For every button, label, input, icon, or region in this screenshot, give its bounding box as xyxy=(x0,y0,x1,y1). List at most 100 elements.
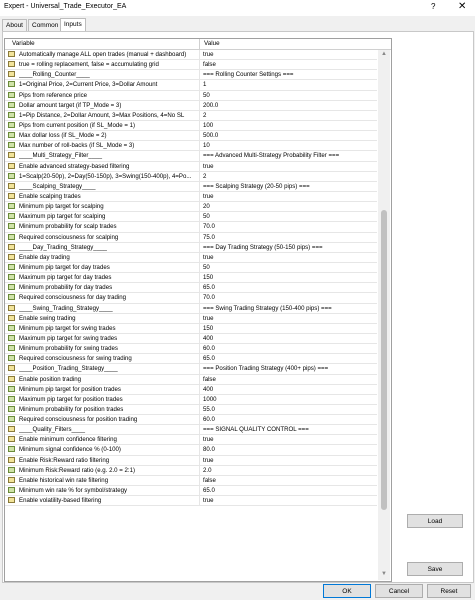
variable-value[interactable]: 1 xyxy=(203,81,375,88)
input-row[interactable]: Minimum probability for scalp trades 70.0 xyxy=(5,222,377,233)
variable-value[interactable]: true xyxy=(203,51,375,58)
reset-button[interactable]: Reset xyxy=(427,584,471,598)
variable-value[interactable]: true xyxy=(203,497,375,504)
input-row[interactable]: Pips from current position (if SL_Mode =… xyxy=(5,120,377,132)
cancel-button[interactable]: Cancel xyxy=(375,584,423,598)
input-row[interactable]: true = rolling replacement, false = accu… xyxy=(5,60,377,71)
load-button[interactable]: Load xyxy=(407,514,463,528)
input-row[interactable]: 1=Scalp(20-50p), 2=Day(50-150p), 3=Swing… xyxy=(5,171,377,182)
variable-value[interactable]: === Advanced Multi-Strategy Probability … xyxy=(203,152,375,159)
variable-value[interactable]: 60.0 xyxy=(203,416,375,423)
variable-value[interactable]: true xyxy=(203,436,375,443)
variable-value[interactable]: 150 xyxy=(203,274,375,281)
column-variable[interactable]: Variable xyxy=(12,40,35,47)
input-row[interactable]: Minimum win rate % for symbol/strategy 65… xyxy=(5,486,377,497)
close-icon[interactable]: ✕ xyxy=(458,1,466,12)
input-row[interactable]: Minimum signal confidence % (0-100) 80.0 xyxy=(5,445,377,456)
input-row[interactable]: ____Swing_Trading_Strategy____ === Swing … xyxy=(5,303,377,314)
variable-value[interactable]: === Rolling Counter Settings === xyxy=(203,71,375,78)
ok-button[interactable]: OK xyxy=(323,584,371,598)
tab-common[interactable]: Common xyxy=(28,19,63,31)
input-row[interactable]: 1=Original Price, 2=Current Price, 3=Dol… xyxy=(5,80,377,91)
input-row[interactable]: Automatically manage ALL open trades (ma… xyxy=(5,50,377,61)
input-row[interactable]: Max number of roll-backs (if SL_Mode = 3… xyxy=(5,141,377,152)
input-row[interactable]: Maximum pip target for swing trades 400 xyxy=(5,333,377,345)
variable-value[interactable]: false xyxy=(203,376,375,383)
variable-value[interactable]: === Position Trading Strategy (400+ pips… xyxy=(203,365,375,372)
input-row[interactable]: Minimum Risk:Reward ratio (e.g. 2.0 = 2:… xyxy=(5,465,377,476)
input-row[interactable]: ____Scalping_Strategy____ === Scalping St… xyxy=(5,181,377,192)
input-row[interactable]: Enable swing trading true xyxy=(5,313,377,324)
input-row[interactable]: Enable minimum confidence filtering true xyxy=(5,435,377,446)
column-value[interactable]: Value xyxy=(204,40,220,47)
input-row[interactable]: Max dollar loss (if SL_Mode = 2) 500.0 xyxy=(5,131,377,142)
input-row[interactable]: Required consciousness for scalping 75.0 xyxy=(5,232,377,243)
input-row[interactable]: Minimum pip target for scalping 20 xyxy=(5,202,377,213)
help-icon[interactable]: ? xyxy=(431,2,435,11)
input-row[interactable]: Minimum probability for day trades 65.0 xyxy=(5,283,377,294)
variable-value[interactable]: false xyxy=(203,61,375,68)
variable-value[interactable]: === SIGNAL QUALITY CONTROL === xyxy=(203,426,375,433)
tab-about[interactable]: About xyxy=(2,19,27,31)
variable-value[interactable]: 75.0 xyxy=(203,234,375,241)
input-row[interactable]: Required consciousness for position trad… xyxy=(5,415,377,426)
input-row[interactable]: Minimum pip target for position trades 40… xyxy=(5,384,377,395)
variable-value[interactable]: 55.0 xyxy=(203,406,375,413)
input-row[interactable]: ____Rolling_Counter____ === Rolling Count… xyxy=(5,70,377,81)
variable-value[interactable]: 500.0 xyxy=(203,132,375,139)
variable-value[interactable]: 65.0 xyxy=(203,355,375,362)
variable-value[interactable]: 50 xyxy=(203,264,375,271)
input-row[interactable]: Required consciousness for day trading 70… xyxy=(5,293,377,304)
input-row[interactable]: Enable day trading true xyxy=(5,252,377,263)
variable-value[interactable]: 150 xyxy=(203,325,375,332)
input-row[interactable]: Maximum pip target for position trades 10… xyxy=(5,394,377,405)
input-row[interactable]: ____Quality_Filters____ === SIGNAL QUALIT… xyxy=(5,425,377,436)
input-row[interactable]: ____Multi_Strategy_Filter____ === Advance… xyxy=(5,151,377,162)
input-row[interactable]: Dollar amount target (if TP_Mode = 3) 200… xyxy=(5,100,377,111)
input-row[interactable]: Pips from reference price 50 xyxy=(5,90,377,101)
variable-value[interactable]: true xyxy=(203,193,375,200)
variable-value[interactable]: 1000 xyxy=(203,396,375,403)
variable-value[interactable]: 20 xyxy=(203,203,375,210)
input-row[interactable]: Enable advanced strategy-based filtering… xyxy=(5,161,377,172)
variable-value[interactable]: false xyxy=(203,477,375,484)
input-row[interactable]: Minimum probability for swing trades 60.0 xyxy=(5,344,377,355)
variable-value[interactable]: 2.0 xyxy=(203,467,375,474)
input-row[interactable]: ____Position_Trading_Strategy____ === Pos… xyxy=(5,364,377,375)
variable-value[interactable]: true xyxy=(203,254,375,261)
variable-value[interactable]: === Scalping Strategy (20-50 pips) === xyxy=(203,183,375,190)
variable-value[interactable]: 2 xyxy=(203,112,375,119)
variable-value[interactable]: 65.0 xyxy=(203,284,375,291)
variable-value[interactable]: 65.0 xyxy=(203,487,375,494)
variable-value[interactable]: 100 xyxy=(203,122,375,129)
input-row[interactable]: Maximum pip target for day trades 150 xyxy=(5,273,377,284)
variable-value[interactable]: 80.0 xyxy=(203,446,375,453)
variable-value[interactable]: 70.0 xyxy=(203,294,375,301)
variable-value[interactable]: === Swing Trading Strategy (150-400 pips… xyxy=(203,305,375,312)
variable-value[interactable]: true xyxy=(203,163,375,170)
scroll-thumb[interactable] xyxy=(381,210,387,510)
input-row[interactable]: Enable volatility-based filtering true xyxy=(5,496,377,507)
input-row[interactable]: Enable Risk:Reward ratio filtering true xyxy=(5,455,377,466)
input-row[interactable]: Maximum pip target for scalping 50 xyxy=(5,212,377,223)
input-row[interactable]: Required consciousness for swing trading… xyxy=(5,354,377,365)
input-row[interactable]: Enable scalping trades true xyxy=(5,191,377,203)
variable-value[interactable]: 10 xyxy=(203,142,375,149)
input-row[interactable]: Minimum pip target for swing trades 150 xyxy=(5,323,377,334)
variable-value[interactable]: 50 xyxy=(203,213,375,220)
input-row[interactable]: Enable position trading false xyxy=(5,374,377,385)
variable-value[interactable]: 400 xyxy=(203,386,375,393)
input-row[interactable]: Minimum probability for position trades 5… xyxy=(5,404,377,416)
variable-value[interactable]: 200.0 xyxy=(203,102,375,109)
tab-inputs[interactable]: Inputs xyxy=(60,18,86,32)
vertical-scrollbar[interactable]: ▲ ▼ xyxy=(378,50,390,580)
variable-value[interactable]: 400 xyxy=(203,335,375,342)
variable-value[interactable]: true xyxy=(203,457,375,464)
input-row[interactable]: Enable historical win rate filtering fals… xyxy=(5,475,377,487)
variable-value[interactable]: 50 xyxy=(203,92,375,99)
scroll-up-icon[interactable]: ▲ xyxy=(381,51,387,57)
variable-value[interactable]: 70.0 xyxy=(203,223,375,230)
input-row[interactable]: 1=Pip Distance, 2=Dollar Amount, 3=Max P… xyxy=(5,110,377,121)
variable-value[interactable]: 60.0 xyxy=(203,345,375,352)
variable-value[interactable]: === Day Trading Strategy (50-150 pips) =… xyxy=(203,244,375,251)
